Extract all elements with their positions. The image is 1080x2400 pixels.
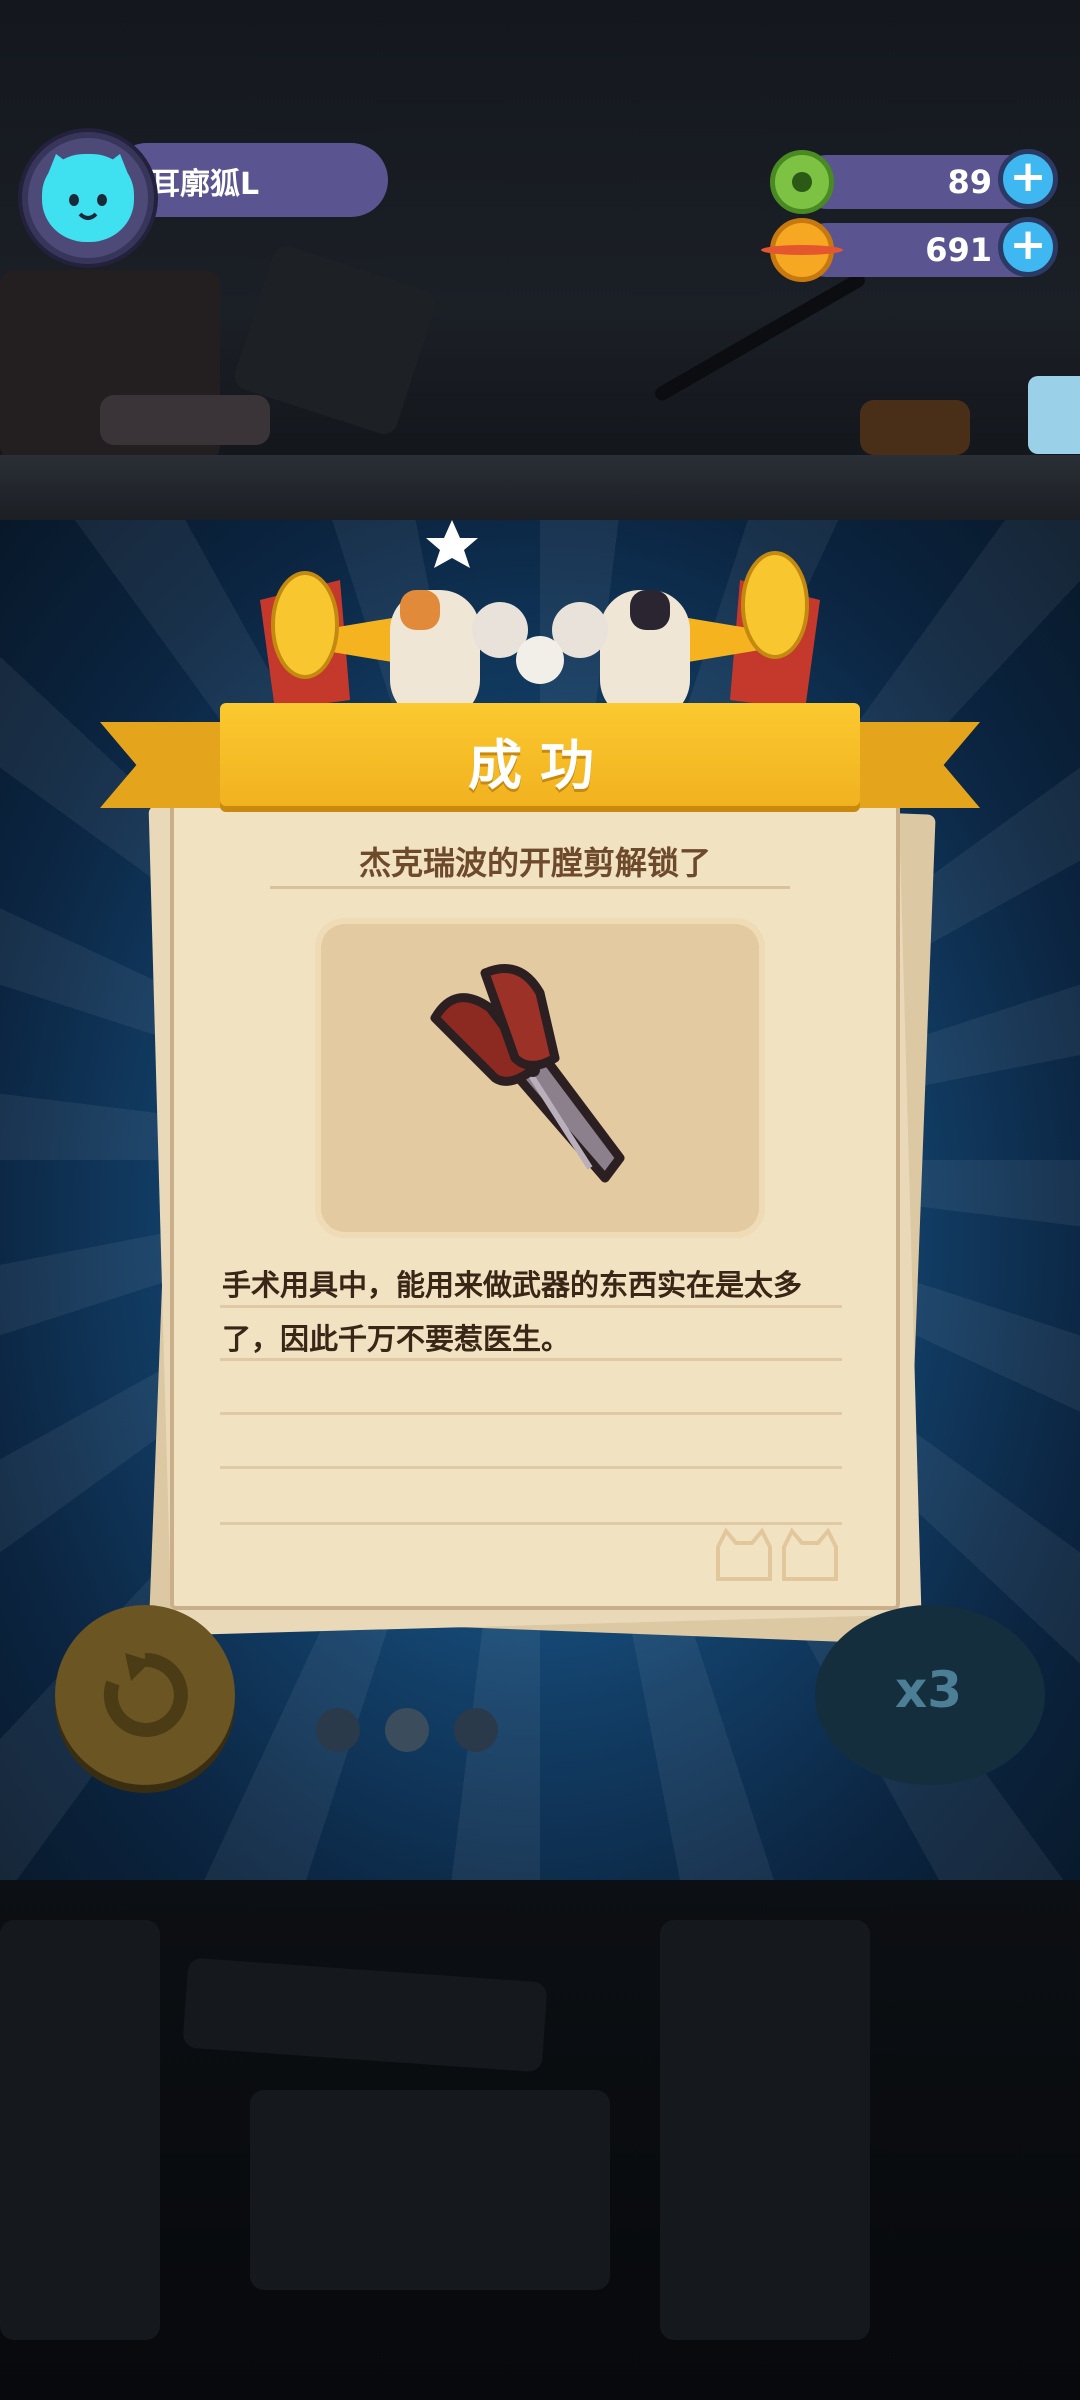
level-dot [316,1708,360,1752]
donut-count: 89 [947,163,992,201]
donut-currency-pill: 89 + [800,149,1058,209]
floor-board [182,1957,548,2073]
scissors-icon [430,964,625,1183]
shelf-box-label [100,395,270,445]
floor-crate [660,1920,870,2340]
add-coin-button[interactable]: + [998,217,1058,277]
level-dot [385,1708,429,1752]
banner-title: 成功 [468,734,612,797]
floor-crate-left [0,1920,160,2340]
speed-label: x3 [895,1661,963,1719]
donut-icon [770,150,834,214]
player-name: 耳廓狐L [150,167,260,202]
level-dot [454,1708,498,1752]
side-drawer-handle[interactable] [1028,376,1080,454]
paper-line [220,1412,842,1415]
retry-icon [103,1652,188,1737]
shelf-crate [860,400,970,455]
avatar[interactable] [22,132,154,264]
add-donut-button[interactable]: + [998,149,1058,209]
item-preview [315,918,765,1238]
unlock-heading: 杰克瑞波的开膛剪解锁了 [358,844,711,882]
retry-button[interactable] [55,1605,235,1785]
success-banner: 成功 [220,703,860,806]
cat-avatar-icon [42,154,134,242]
paper-line [220,1358,842,1361]
paper-line [220,1466,842,1469]
speed-button[interactable]: x3 [815,1605,1045,1785]
heading-divider [270,886,790,889]
coin-count: 691 [925,231,992,269]
shelf-edge [0,455,1080,525]
paper-line [220,1305,842,1308]
shelf-stick [652,270,868,404]
planet-coin-icon [761,218,843,282]
floor-box [250,2090,610,2290]
background-bottom [0,1880,1080,2400]
item-description: 手术用具中，能用来做武器的东西实在是太多了，因此千万不要惹医生。 [222,1268,803,1356]
cat-stamp-icon [716,1527,838,1581]
